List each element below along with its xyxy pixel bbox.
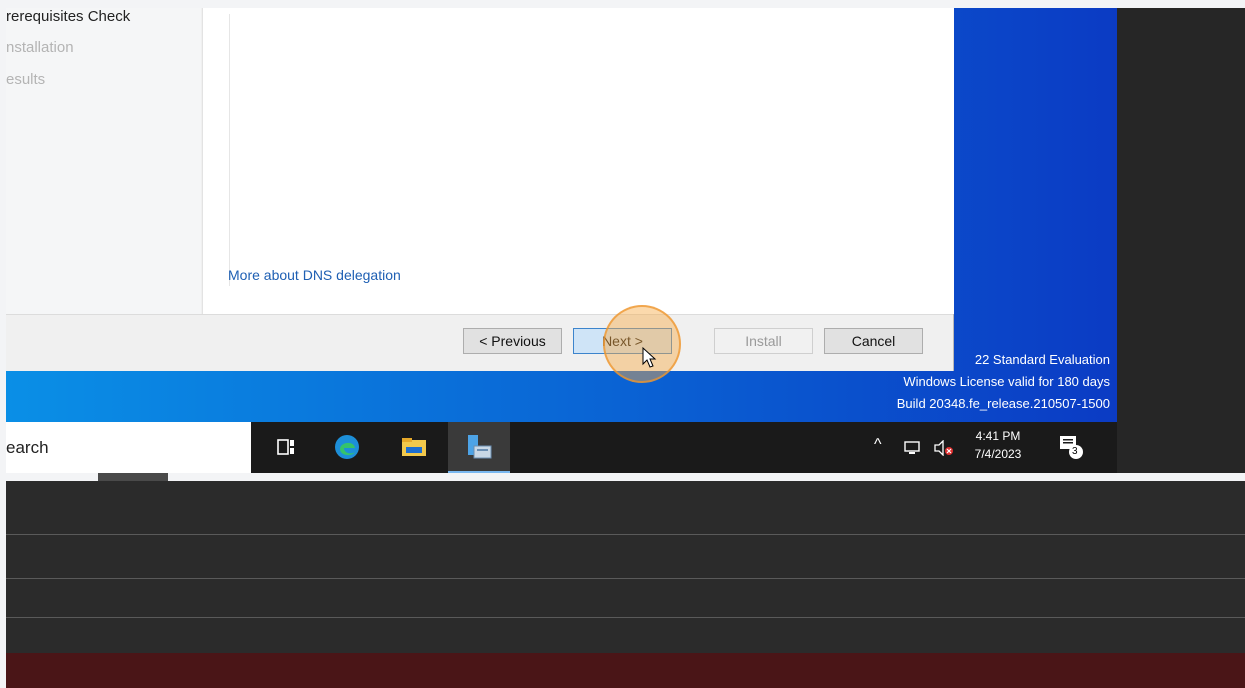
volume-muted-icon[interactable]: [933, 439, 955, 459]
dropdown-tab: [98, 473, 168, 481]
clock-date: 7/4/2023: [974, 447, 1022, 461]
previous-button[interactable]: < Previous: [463, 328, 562, 354]
cancel-button[interactable]: Cancel: [824, 328, 923, 354]
search-text: earch: [6, 438, 49, 457]
content-divider: [229, 14, 230, 286]
mouse-cursor-icon: [642, 346, 657, 368]
editor-track-area: [6, 481, 1245, 653]
watermark-line-3: Build 20348.fe_release.210507-1500: [896, 396, 1110, 411]
notification-count: 3: [1072, 446, 1078, 457]
nav-item-installation: nstallation: [6, 39, 74, 56]
track-divider: [6, 578, 1245, 579]
watermark-line-2: Windows License valid for 180 days: [903, 374, 1110, 389]
notifications-icon[interactable]: 3: [1058, 434, 1084, 463]
taskbar-search-box[interactable]: earch: [6, 422, 251, 473]
task-view-icon[interactable]: [271, 432, 301, 462]
wizard-nav-pane: rerequisites Check nstallation esults: [6, 8, 201, 314]
show-hidden-icons-chevron-icon[interactable]: ^: [874, 436, 882, 454]
track-divider: [6, 617, 1245, 618]
nav-item-results: esults: [6, 71, 46, 88]
dns-delegation-link[interactable]: More about DNS delegation: [228, 267, 401, 283]
edge-icon[interactable]: [332, 432, 362, 462]
click-highlight: [603, 305, 681, 383]
bottom-bar: [6, 653, 1245, 688]
wizard-window: rerequisites Check nstallation esults Mo…: [6, 8, 954, 371]
clock[interactable]: 4:41 PM 7/4/2023: [968, 429, 1028, 461]
network-icon[interactable]: [903, 440, 923, 459]
taskbar: earch ^ 4:41 PM 7/4/2023 3: [6, 422, 1117, 473]
track-divider: [6, 534, 1245, 535]
clock-time: 4:41 PM: [975, 429, 1021, 443]
dark-side-panel: [1117, 8, 1245, 473]
install-button: Install: [714, 328, 813, 354]
nav-item-prerequisites-check[interactable]: rerequisites Check: [6, 8, 196, 25]
file-explorer-icon[interactable]: [399, 432, 429, 462]
server-manager-icon[interactable]: [464, 432, 494, 462]
